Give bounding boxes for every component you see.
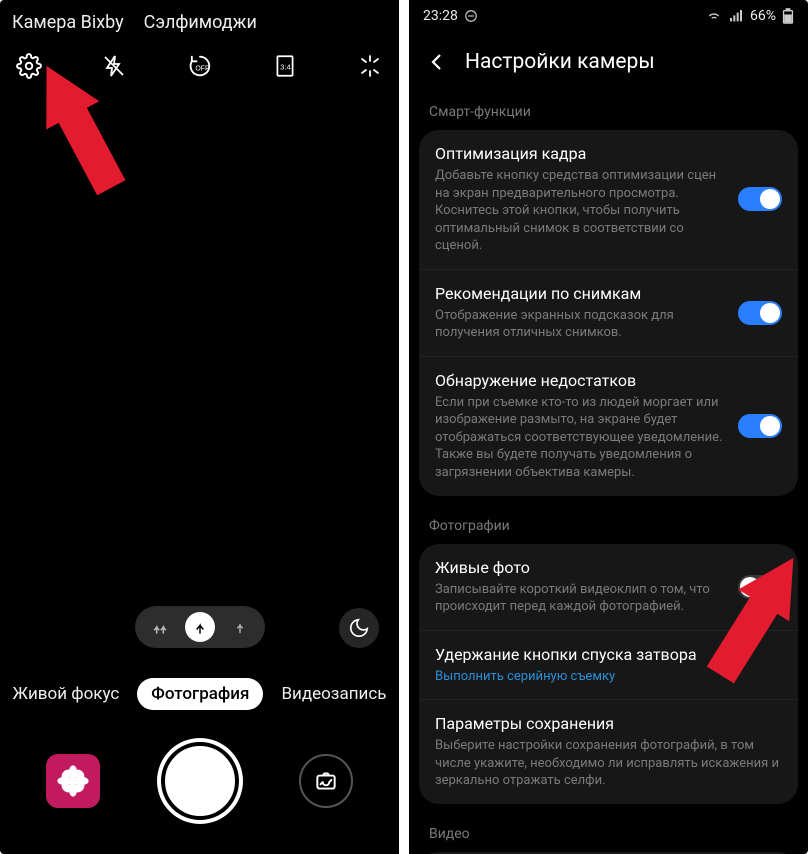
card-photos: Живые фото Записывайте короткий видеокли…: [419, 544, 798, 804]
row-desc: Записывайте короткий видеоклип о том, чт…: [435, 581, 724, 616]
section-label-smart: Смарт-функции: [409, 96, 808, 130]
gear-icon[interactable]: [14, 51, 44, 81]
aspect-ratio-icon[interactable]: 3:4: [270, 51, 300, 81]
viewfinder[interactable]: [0, 89, 399, 559]
toggle-flaw-detection[interactable]: [738, 414, 782, 438]
switch-camera-icon[interactable]: [299, 754, 353, 808]
mode-photo[interactable]: Фотография: [137, 678, 263, 710]
top-tabs: Камера Bixby Сэлфимоджи: [0, 0, 399, 37]
flash-off-icon[interactable]: [99, 51, 129, 81]
row-desc: Отображение экранных подсказок для получ…: [435, 307, 724, 342]
row-title: Оптимизация кадра: [435, 144, 724, 163]
row-title: Рекомендации по снимкам: [435, 284, 724, 303]
dnd-icon: [464, 9, 478, 23]
row-desc: Добавьте кнопку средства оптимизации сце…: [435, 167, 724, 255]
camera-settings-screen: 23:28 66% Настройки камеры Смарт-функции…: [409, 0, 808, 854]
section-label-video: Видео: [409, 818, 808, 852]
timer-off-icon[interactable]: OFF: [185, 51, 215, 81]
svg-text:3:4: 3:4: [280, 62, 291, 71]
shutter-row: [0, 742, 399, 820]
row-title: Удержание кнопки спуска затвора: [435, 645, 782, 664]
wifi-icon: [706, 8, 722, 24]
battery-icon: [782, 8, 794, 24]
zoom-pill: [135, 606, 265, 648]
row-shot-suggestions[interactable]: Рекомендации по снимкам Отображение экра…: [419, 269, 798, 356]
mode-live-focus[interactable]: Живой фокус: [13, 684, 120, 704]
row-desc: Если при съемке кто-то из людей моргает …: [435, 394, 724, 482]
row-save-options[interactable]: Параметры сохранения Выберите настройки …: [419, 699, 798, 804]
zoom-ultrawide-icon[interactable]: [145, 612, 175, 642]
row-title: Параметры сохранения: [435, 714, 782, 733]
mode-video[interactable]: Видеозапись: [281, 684, 386, 704]
status-time: 23:28: [423, 8, 458, 24]
settings-header: Настройки камеры: [409, 32, 808, 96]
back-chevron-icon[interactable]: [425, 50, 449, 74]
row-flaw-detection[interactable]: Обнаружение недостатков Если при съемке …: [419, 356, 798, 496]
zoom-tele-icon[interactable]: [225, 612, 255, 642]
svg-text:OFF: OFF: [195, 66, 209, 73]
row-desc: Выберите настройки сохранения фотографий…: [435, 737, 782, 790]
section-label-photos: Фотографии: [409, 510, 808, 544]
status-bar: 23:28 66%: [409, 0, 808, 32]
tab-bixby-camera[interactable]: Камера Bixby: [12, 12, 124, 33]
camera-toolbar: OFF 3:4: [0, 37, 399, 89]
row-hold-shutter[interactable]: Удержание кнопки спуска затвора Выполнит…: [419, 630, 798, 700]
settings-title: Настройки камеры: [465, 50, 655, 74]
shutter-button[interactable]: [161, 742, 239, 820]
effects-icon[interactable]: [355, 51, 385, 81]
signal-icon: [728, 8, 744, 24]
row-scene-optimizer[interactable]: Оптимизация кадра Добавьте кнопку средст…: [419, 130, 798, 269]
tab-selfiemoji[interactable]: Сэлфимоджи: [144, 12, 257, 33]
row-title: Обнаружение недостатков: [435, 371, 724, 390]
night-mode-icon[interactable]: [339, 608, 379, 648]
row-desc: Выполнить серийную съемку: [435, 668, 782, 686]
battery-percentage: 66%: [750, 8, 776, 24]
toggle-shot-suggestions[interactable]: [738, 301, 782, 325]
card-smart: Оптимизация кадра Добавьте кнопку средст…: [419, 130, 798, 496]
toggle-scene-optimizer[interactable]: [738, 187, 782, 211]
camera-app-screen: Камера Bixby Сэлфимоджи OFF 3:4: [0, 0, 399, 854]
row-motion-photo[interactable]: Живые фото Записывайте короткий видеокли…: [419, 544, 798, 630]
row-title: Живые фото: [435, 558, 724, 577]
zoom-wide-icon[interactable]: [185, 612, 215, 642]
gallery-thumbnail[interactable]: [46, 754, 100, 808]
mode-selector: Живой фокус Фотография Видеозапись: [0, 678, 399, 710]
toggle-motion-photo[interactable]: [738, 575, 782, 599]
